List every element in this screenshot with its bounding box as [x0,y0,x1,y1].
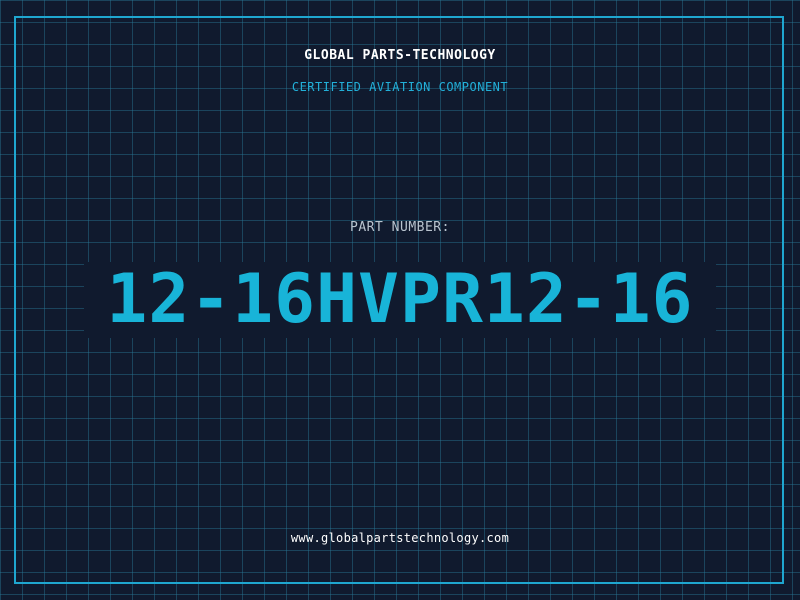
part-number-value: 12-16HVPR12-16 [106,260,694,339]
certification-subtitle: CERTIFIED AVIATION COMPONENT [291,80,509,94]
part-number-label: PART NUMBER: [350,220,450,235]
part-card: GLOBAL PARTS-TECHNOLOGY CERTIFIED AVIATI… [0,0,800,600]
company-name: GLOBAL PARTS-TECHNOLOGY [304,48,496,63]
website-url: www.globalpartstechnology.com [290,531,510,545]
